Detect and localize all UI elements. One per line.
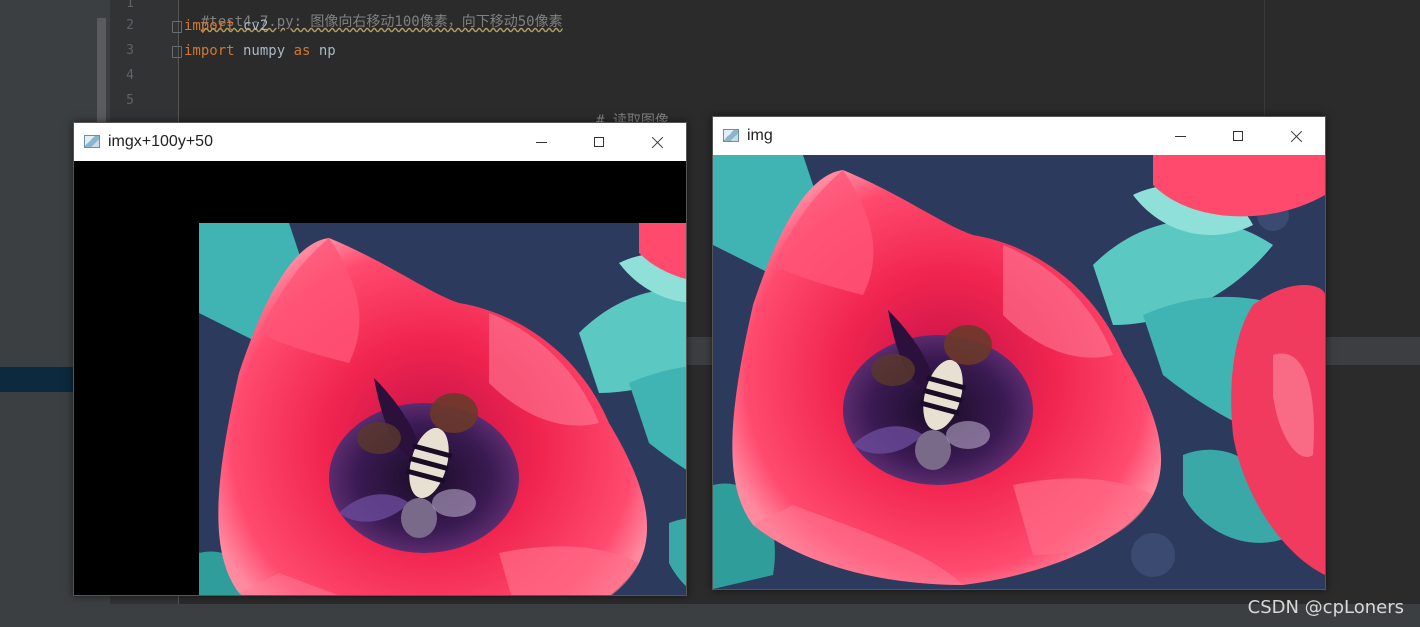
window-title: imgx+100y+50 <box>108 133 213 150</box>
line-number: 3 <box>126 43 134 58</box>
minimize-button[interactable] <box>512 123 570 161</box>
status-bar <box>0 604 1420 627</box>
code-text: cv2 <box>234 18 269 34</box>
code-text: np <box>310 43 336 59</box>
line-number: 2 <box>126 18 134 33</box>
minimize-button[interactable] <box>1151 117 1209 155</box>
app-window-icon <box>723 129 739 142</box>
close-button[interactable] <box>628 123 686 161</box>
keyword: import <box>184 43 235 59</box>
watermark-text: CSDN @cpLoners <box>1247 597 1404 618</box>
keyword: as <box>293 43 311 59</box>
keyword: import <box>184 18 235 34</box>
line-number: 4 <box>126 68 134 83</box>
image-canvas <box>713 155 1325 589</box>
close-button[interactable] <box>1267 117 1325 155</box>
app-window-icon <box>84 135 100 148</box>
window-original[interactable]: img <box>712 116 1326 590</box>
line-number: 1 <box>126 0 134 11</box>
window-shifted[interactable]: imgx+100y+50 <box>73 122 687 596</box>
window-titlebar[interactable]: imgx+100y+50 <box>74 123 686 161</box>
tulip-image-original <box>713 155 1325 589</box>
maximize-button[interactable] <box>1209 117 1267 155</box>
maximize-button[interactable] <box>570 123 628 161</box>
image-canvas <box>74 161 686 595</box>
fold-marker-icon[interactable] <box>172 21 182 33</box>
tulip-image-shifted <box>199 223 686 595</box>
code-line-import-cv2[interactable]: import cv2 <box>184 17 268 35</box>
window-title: img <box>747 127 773 144</box>
line-number: 5 <box>126 93 134 108</box>
window-titlebar[interactable]: img <box>713 117 1325 155</box>
fold-marker-icon[interactable] <box>172 46 182 58</box>
code-line-import-numpy[interactable]: import numpy as np <box>184 42 336 60</box>
code-text: numpy <box>234 43 294 59</box>
sidebar-selected-item[interactable] <box>0 367 73 392</box>
